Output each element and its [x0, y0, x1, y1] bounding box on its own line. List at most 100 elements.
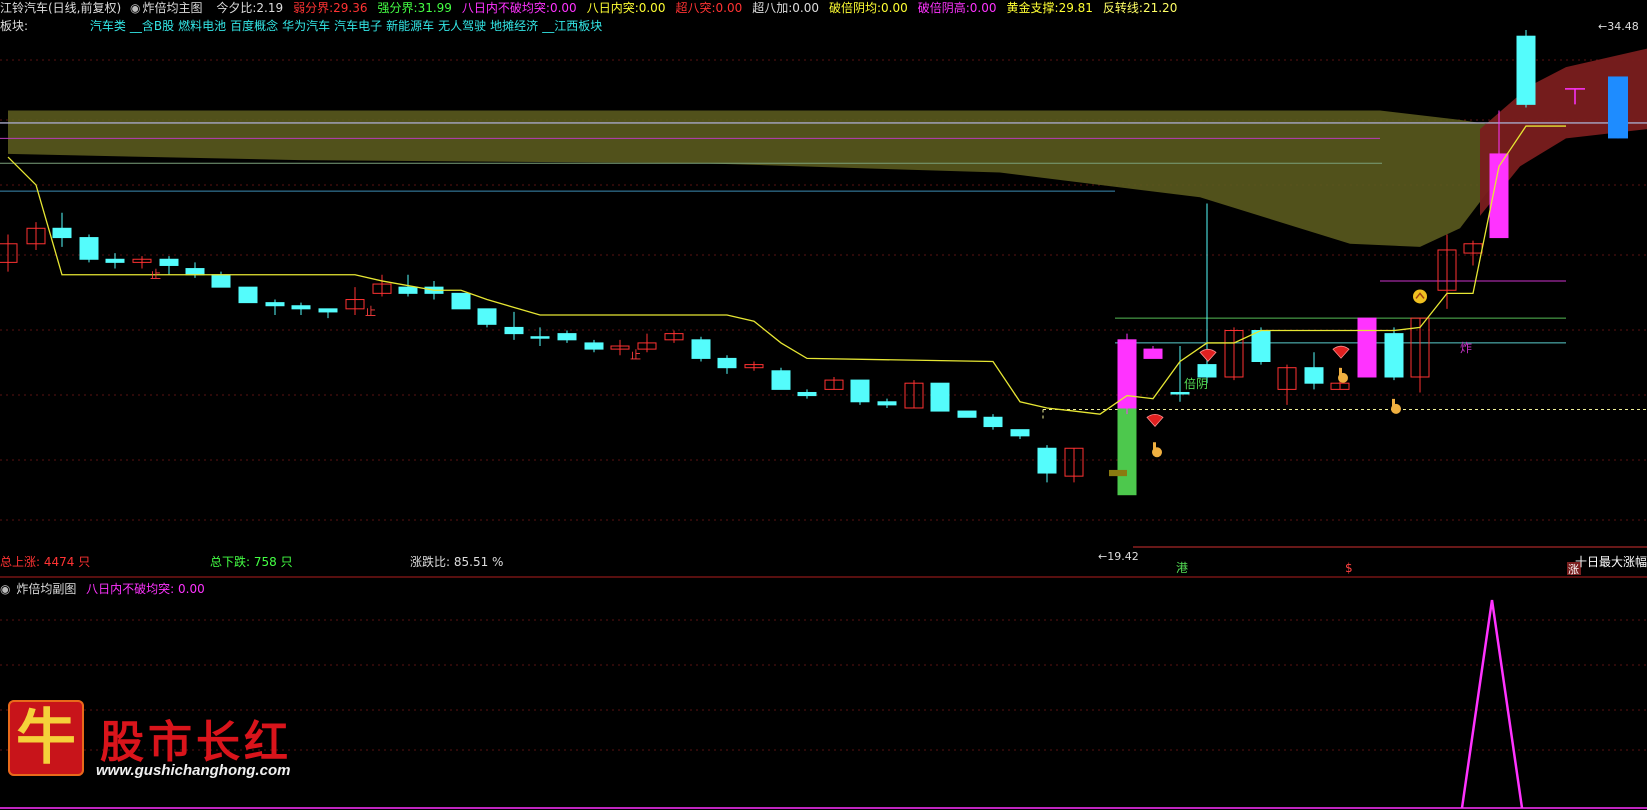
- ten-day-label: 十日最大涨幅: [1575, 554, 1647, 569]
- candle[interactable]: [1010, 429, 1030, 439]
- sector-item[interactable]: 华为汽车: [282, 19, 330, 33]
- sub-panel-name[interactable]: 炸倍均副图: [16, 582, 76, 596]
- candle-fill-accent: [1109, 469, 1127, 477]
- candle[interactable]: [504, 311, 524, 340]
- candle[interactable]: [132, 256, 152, 269]
- candle[interactable]: [26, 222, 46, 250]
- candle[interactable]: [957, 410, 977, 418]
- candle[interactable]: [1608, 76, 1628, 139]
- candle[interactable]: [1143, 346, 1163, 359]
- candle[interactable]: [1037, 445, 1057, 483]
- candle-body: [1608, 76, 1628, 139]
- candle-body: [1384, 333, 1404, 378]
- header-field-label: 今夕比:: [216, 1, 257, 15]
- header-field-value: 0.00: [969, 1, 997, 15]
- sector-item[interactable]: __含B股: [130, 19, 174, 33]
- candle[interactable]: [211, 271, 231, 288]
- candle[interactable]: [79, 234, 99, 263]
- sub-field-label: 八日内不破均突:: [86, 582, 175, 596]
- candle[interactable]: [372, 274, 392, 297]
- candle-layer[interactable]: [0, 30, 1628, 496]
- sector-item[interactable]: 百度概念: [230, 19, 278, 33]
- kline-chart[interactable]: 倍阴炸止止止港 $ 涨十日最大涨幅←34.48←19.42: [0, 0, 1647, 810]
- candle[interactable]: [1357, 317, 1377, 378]
- zha-label: 炸: [1460, 341, 1472, 355]
- header-fields: 今夕比:2.19 弱分界:29.36 强分界:31.99 八日内不破均突:0.00 八日…: [216, 1, 1187, 15]
- candle[interactable]: [159, 256, 179, 275]
- candle[interactable]: [824, 376, 844, 390]
- smiley-face-icon: [1413, 289, 1427, 304]
- sector-item[interactable]: 新能源车: [386, 19, 434, 33]
- candle-body: [318, 308, 338, 313]
- zhi-label: 止: [630, 348, 641, 361]
- candle[interactable]: [1117, 333, 1137, 415]
- sector-item[interactable]: __江西板块: [542, 19, 602, 33]
- candle[interactable]: [185, 262, 205, 278]
- candle[interactable]: [877, 398, 897, 408]
- candle[interactable]: [52, 212, 72, 247]
- candle-body: [504, 326, 524, 335]
- sector-item[interactable]: 汽车电子: [334, 19, 382, 33]
- candle[interactable]: [983, 414, 1003, 430]
- header-field-label: 超八突:: [675, 1, 716, 15]
- pointing-hand-finger: [1339, 367, 1342, 376]
- candle[interactable]: [265, 299, 285, 316]
- candle[interactable]: [345, 287, 365, 316]
- header-field-value: 2.19: [256, 1, 284, 15]
- header-field-value: 21.20: [1142, 1, 1178, 15]
- collapse-icon[interactable]: ◉: [130, 1, 140, 15]
- candle[interactable]: [557, 330, 577, 343]
- sub-indicator-spike: [1460, 599, 1524, 809]
- candle[interactable]: [691, 336, 711, 362]
- candle[interactable]: [0, 234, 18, 272]
- sub-field-value: 0.00: [178, 582, 205, 596]
- candle[interactable]: [1170, 346, 1190, 402]
- sector-item[interactable]: 地摊经济: [490, 19, 538, 33]
- candle[interactable]: [1224, 327, 1244, 381]
- candle-body: [957, 410, 977, 418]
- candle[interactable]: [610, 339, 630, 356]
- sector-item[interactable]: 无人驾驶: [438, 19, 486, 33]
- candle-body: [159, 258, 179, 266]
- candle[interactable]: [930, 382, 950, 412]
- candle[interactable]: [717, 355, 737, 374]
- candle[interactable]: [850, 379, 870, 405]
- candle[interactable]: [904, 380, 924, 409]
- candle-body: [265, 302, 285, 307]
- candle[interactable]: [318, 308, 338, 319]
- indicator-name-label: 炸倍均主图: [142, 1, 203, 15]
- stock-title[interactable]: 江铃汽车(日线,前复权): [0, 1, 121, 15]
- candle[interactable]: [664, 330, 684, 343]
- beiyin-label: 倍阴: [1184, 376, 1208, 391]
- header-field-value: 0.00: [792, 1, 819, 15]
- candle[interactable]: [238, 286, 258, 304]
- band-layer: [8, 48, 1647, 247]
- candle[interactable]: [797, 389, 817, 399]
- candle[interactable]: [584, 339, 604, 353]
- candle[interactable]: [1437, 234, 1457, 309]
- candle[interactable]: [451, 292, 471, 310]
- watermark-logo: 牛 股市长红 www.gushichanghong.com: [8, 700, 308, 790]
- candle[interactable]: [477, 308, 497, 328]
- header-field-4: 八日内突:0.00: [587, 1, 671, 15]
- candle[interactable]: [1304, 352, 1324, 390]
- sector-item[interactable]: 燃料电池: [178, 19, 226, 33]
- candle[interactable]: [1410, 317, 1430, 393]
- sub-collapse-icon[interactable]: ◉: [0, 582, 10, 596]
- candle-body: [185, 268, 205, 276]
- candle[interactable]: [771, 367, 791, 390]
- candle-body: [1516, 35, 1536, 105]
- indicator-name[interactable]: ◉ 炸倍均主图: [130, 1, 208, 15]
- header-field-6: 超八加:0.00: [752, 1, 824, 15]
- candle[interactable]: [1064, 447, 1084, 483]
- header-field-7: 破倍阴均:0.00: [829, 1, 913, 15]
- candle[interactable]: [1384, 327, 1404, 381]
- dollar-label: $: [1345, 561, 1353, 575]
- stat-up: 总上涨: 4474 只: [0, 553, 90, 570]
- candle[interactable]: [744, 361, 764, 371]
- candle[interactable]: [1277, 364, 1297, 405]
- stat-ratio-text: 涨跌比: 85.51 %: [410, 555, 504, 569]
- candle[interactable]: [1516, 30, 1536, 108]
- sector-item[interactable]: 汽车类: [90, 19, 126, 33]
- candle[interactable]: [291, 302, 311, 316]
